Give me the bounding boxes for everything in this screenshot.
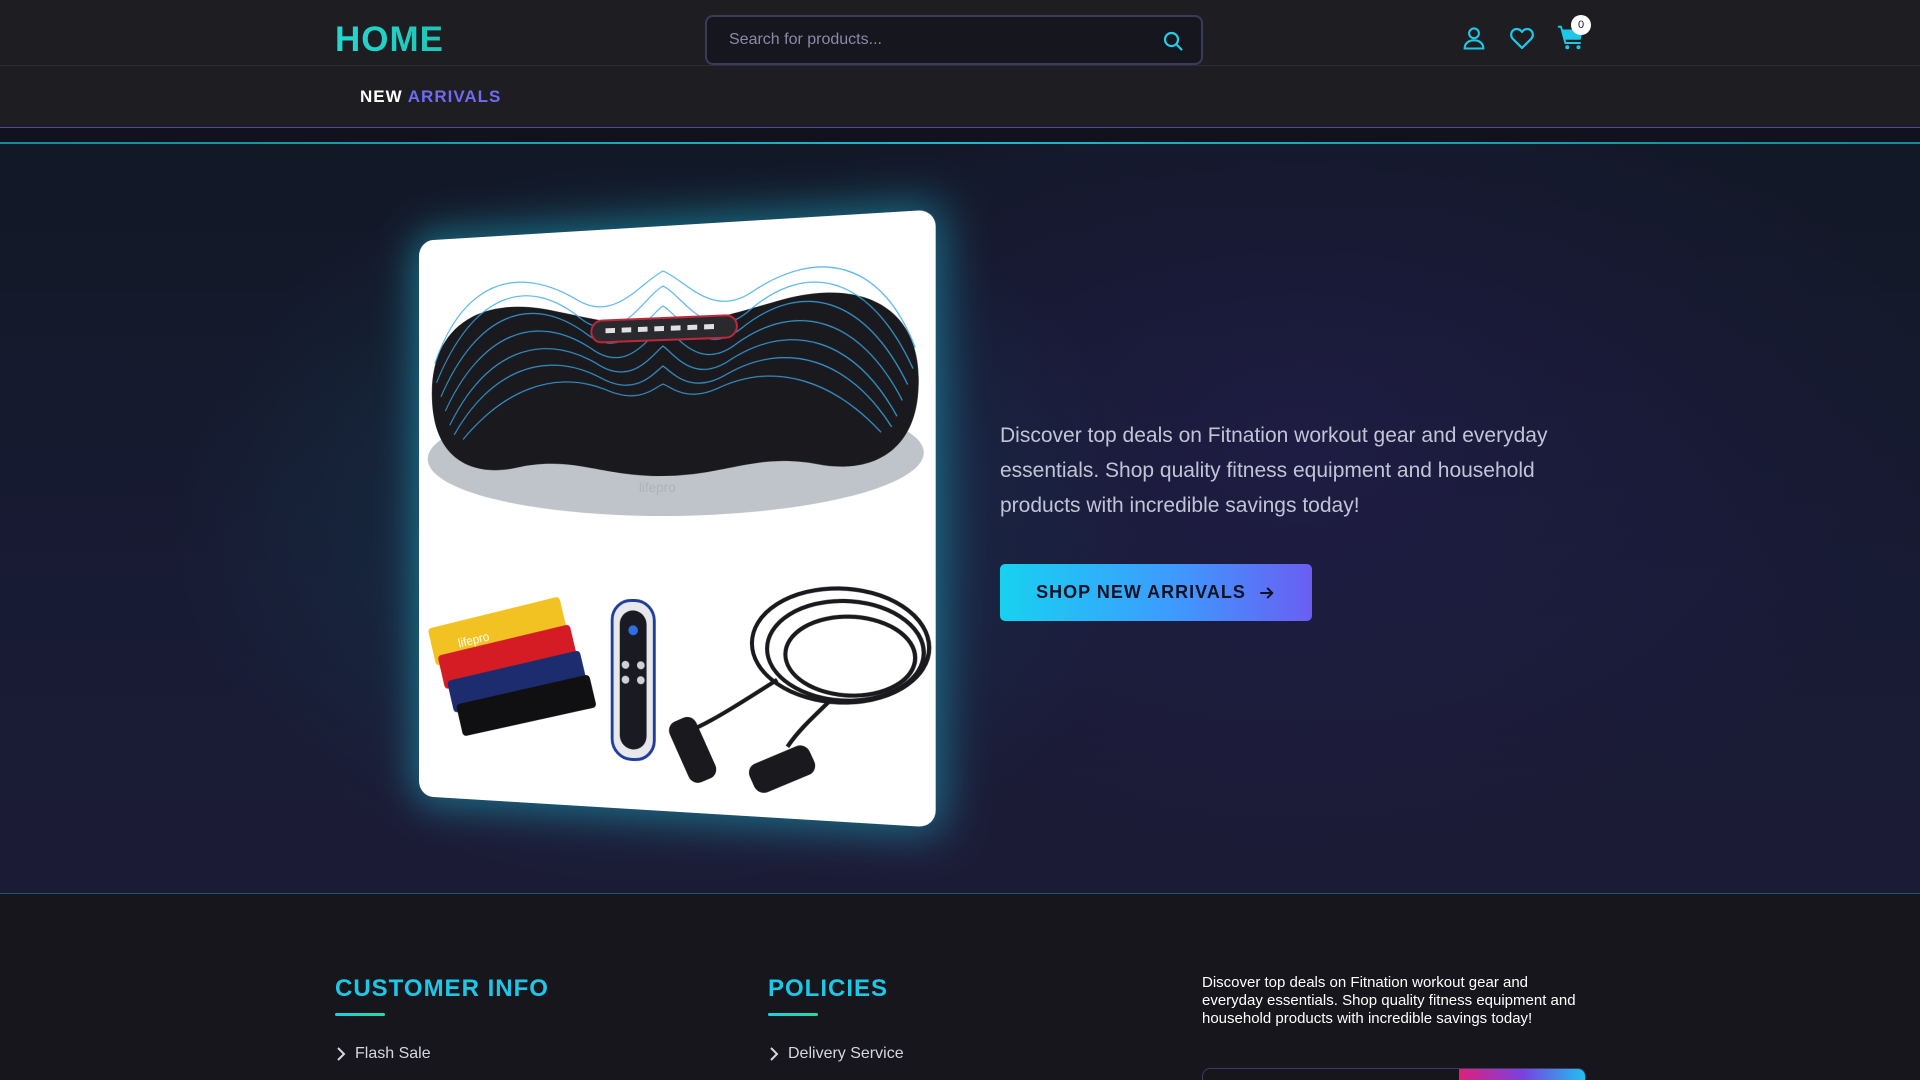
top-header: HOME 0 — [0, 0, 1920, 66]
hero-description: Discover top deals on Fitnation workout … — [1000, 424, 1548, 517]
footer-description: Discover top deals on Fitnation workout … — [1202, 974, 1576, 1027]
footer-link-label: Flash Sale — [355, 1045, 431, 1062]
footer-link-delivery-service[interactable]: Delivery Service — [768, 1045, 904, 1063]
cart-count-badge: 0 — [1571, 15, 1591, 35]
chevron-right-icon — [770, 1047, 779, 1061]
customer-info-heading: CUSTOMER INFO — [335, 975, 549, 1002]
product-illustration: lifepro lifepro — [427, 209, 936, 796]
user-icon[interactable] — [1460, 24, 1488, 52]
chevron-right-icon — [337, 1047, 346, 1061]
footer-link-flash-sale[interactable]: Flash Sale — [335, 1045, 431, 1063]
policies-underline — [768, 1013, 818, 1016]
arrow-right-icon — [1259, 587, 1274, 598]
site-footer — [0, 895, 1920, 1080]
search-icon[interactable] — [1161, 29, 1185, 53]
customer-info-underline — [335, 1013, 385, 1016]
nav-item-label-part1: NEW — [360, 87, 403, 106]
search-bar — [705, 15, 1203, 65]
hero-section — [0, 144, 1920, 894]
search-input[interactable] — [729, 17, 1149, 63]
heart-icon[interactable] — [1508, 24, 1536, 52]
policies-heading: POLICIES — [768, 975, 889, 1002]
footer-link-label: Delivery Service — [788, 1045, 904, 1062]
main-nav: NEW ARRIVALS — [0, 66, 1920, 128]
nav-item-label-part2: ARRIVALS — [407, 87, 502, 106]
nav-item-new-arrivals[interactable]: NEW ARRIVALS — [360, 87, 501, 107]
hero-product-image: lifepro lifepro — [418, 209, 936, 828]
newsletter-submit-button[interactable] — [1459, 1069, 1585, 1080]
shop-new-arrivals-button[interactable]: SHOP NEW ARRIVALS — [1000, 564, 1312, 621]
product-logo-text: lifepro — [639, 479, 676, 495]
home-logo[interactable]: HOME — [335, 20, 444, 60]
shop-button-label: SHOP NEW ARRIVALS — [1036, 582, 1246, 602]
newsletter-form[interactable] — [1202, 1068, 1586, 1080]
